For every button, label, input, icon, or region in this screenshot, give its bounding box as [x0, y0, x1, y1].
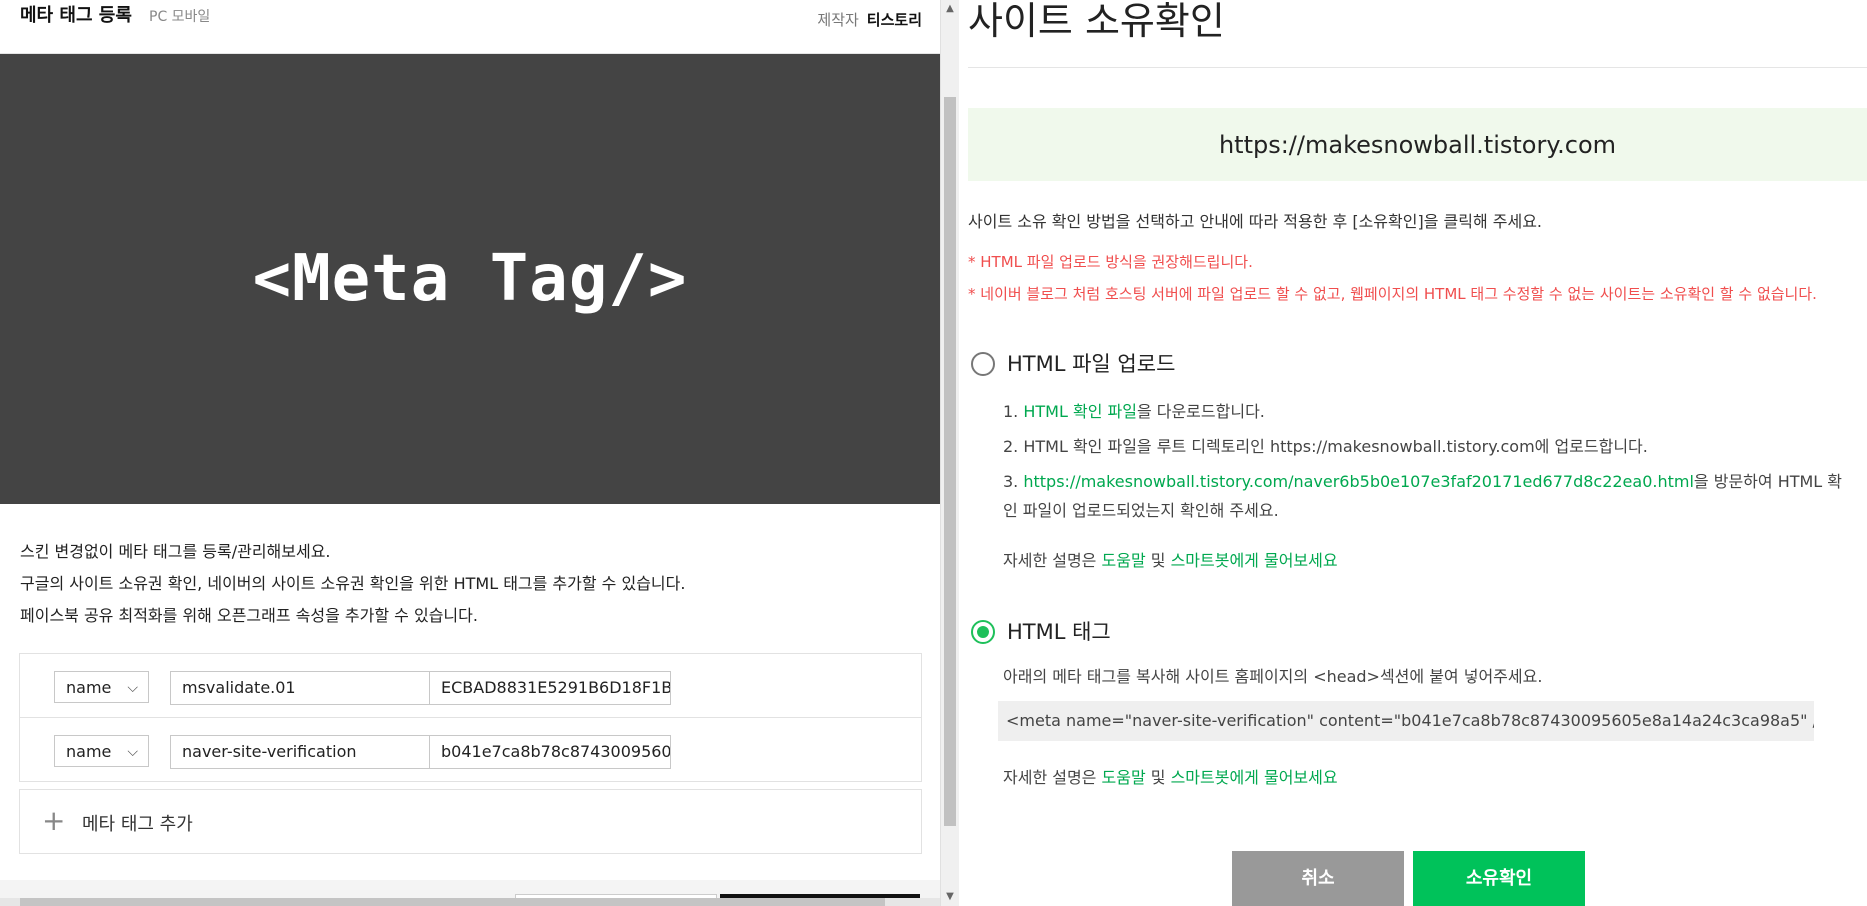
meta-attr-value: name — [66, 678, 112, 697]
smartbot-link[interactable]: 스마트봇에게 물어보세요 — [1171, 551, 1338, 570]
meta-tag-table: name ⌵ msvalidate.01 ECBAD8831E5291B6D18F… — [19, 653, 922, 782]
description-line: 스킨 변경없이 메타 태그를 등록/관리해보세요. — [20, 542, 331, 561]
meta-tag-row: name ⌵ msvalidate.01 ECBAD8831E5291B6D18F… — [20, 654, 921, 718]
maker-label: 제작자 — [817, 11, 859, 29]
upload-step-3-continued: 인 파일이 업로드되었는지 확인해 주세요. — [1003, 501, 1279, 520]
meta-tag-code-box[interactable]: <meta name="naver-site-verification" con… — [998, 701, 1814, 741]
help-prefix: 자세한 설명은 — [1003, 551, 1102, 570]
banner-text: <Meta Tag/> — [252, 242, 688, 316]
plugin-title: 메타 태그 등록 — [20, 5, 132, 26]
plugin-settings-pane: 메타 태그 등록 PC 모바일 제작자 티스토리 <Meta Tag/> 스킨 변… — [0, 0, 940, 906]
plus-icon: + — [42, 804, 66, 837]
dialog-title: 사이트 소유확인 — [968, 0, 1225, 43]
step-number: 1. — [1003, 402, 1024, 421]
step-text: 을 방문하여 HTML 확 — [1693, 472, 1843, 491]
confirm-ownership-button[interactable]: 소유확인 — [1413, 851, 1585, 906]
plugin-description: 스킨 변경없이 메타 태그를 등록/관리해보세요. 구글의 사이트 소유권 확인… — [20, 536, 685, 632]
plugin-banner: <Meta Tag/> — [0, 54, 940, 504]
help-mid: 및 — [1145, 768, 1171, 787]
add-meta-tag-label: 메타 태그 추가 — [82, 814, 193, 835]
meta-attr-select[interactable]: name ⌵ — [54, 735, 149, 767]
step-text: 을 다운로드합니다. — [1136, 402, 1265, 421]
help-link[interactable]: 도움말 — [1102, 768, 1146, 787]
download-html-file-link[interactable]: HTML 확인 파일 — [1023, 402, 1137, 421]
help-text: 자세한 설명은 도움말 및 스마트봇에게 물어보세요 — [1003, 547, 1338, 571]
help-link[interactable]: 도움말 — [1102, 551, 1146, 570]
meta-name-input[interactable]: naver-site-verification — [170, 735, 430, 769]
description-line: 구글의 사이트 소유권 확인, 네이버의 사이트 소유권 확인을 위한 HTML… — [20, 574, 686, 593]
cancel-button[interactable]: 취소 — [1232, 851, 1404, 906]
vertical-scrollbar[interactable]: ▲ ▼ — [940, 0, 959, 906]
html-file-upload-label[interactable]: HTML 파일 업로드 — [1007, 348, 1175, 378]
meta-tag-row: name ⌵ naver-site-verification b041e7ca8b… — [20, 718, 921, 781]
meta-attr-value: name — [66, 742, 112, 761]
meta-content-input[interactable]: b041e7ca8b78c87430095605e — [429, 735, 671, 769]
ownership-guide-text: 사이트 소유 확인 방법을 선택하고 안내에 따라 적용한 후 [소유확인]을 … — [968, 212, 1542, 231]
plugin-header: 메타 태그 등록 PC 모바일 제작자 티스토리 — [0, 0, 940, 54]
add-meta-tag-button[interactable]: + 메타 태그 추가 — [19, 789, 922, 854]
upload-step-2: 2. HTML 확인 파일을 루트 디렉토리인 https://makesnow… — [1003, 437, 1648, 456]
scroll-down-arrow-icon[interactable]: ▼ — [941, 888, 959, 906]
html-tag-radio[interactable] — [971, 620, 995, 644]
html-tag-label[interactable]: HTML 태그 — [1007, 616, 1111, 646]
chevron-down-icon: ⌵ — [127, 744, 138, 760]
meta-attr-select[interactable]: name ⌵ — [54, 671, 149, 703]
site-url-box: https://makesnowball.tistory.com — [968, 108, 1867, 181]
vertical-scrollbar-thumb[interactable] — [944, 97, 956, 826]
title-divider — [968, 67, 1867, 68]
verification-file-link[interactable]: https://makesnowball.tistory.com/naver6b… — [1023, 472, 1694, 491]
chevron-down-icon: ⌵ — [127, 680, 138, 696]
description-line: 페이스북 공유 최적화를 위해 오픈그래프 속성을 추가할 수 있습니다. — [20, 606, 478, 625]
warning-text: * HTML 파일 업로드 방식을 권장해드립니다. — [968, 253, 1253, 271]
step-number: 3. — [1003, 472, 1024, 491]
help-prefix: 자세한 설명은 — [1003, 768, 1102, 787]
meta-content-input[interactable]: ECBAD8831E5291B6D18F1B3 — [429, 671, 671, 705]
upload-step-3: 3. https://makesnowball.tistory.com/nave… — [1003, 468, 1842, 492]
meta-name-input[interactable]: msvalidate.01 — [170, 671, 430, 705]
plugin-platform-tags: PC 모바일 — [149, 9, 211, 25]
help-text: 자세한 설명은 도움말 및 스마트봇에게 물어보세요 — [1003, 764, 1338, 788]
site-url: https://makesnowball.tistory.com — [1218, 130, 1617, 159]
maker-name: 티스토리 — [866, 11, 922, 29]
warning-text: * 네이버 블로그 처럼 호스팅 서버에 파일 업로드 할 수 없고, 웹페이지… — [968, 285, 1817, 303]
html-tag-guide-text: 아래의 메타 태그를 복사해 사이트 홈페이지의 <head>섹션에 붙여 넣어… — [1003, 667, 1543, 686]
horizontal-scrollbar-thumb[interactable] — [20, 898, 885, 906]
help-mid: 및 — [1145, 551, 1171, 570]
html-file-upload-radio[interactable] — [971, 352, 995, 376]
upload-step-1: 1. HTML 확인 파일을 다운로드합니다. — [1003, 398, 1265, 422]
smartbot-link[interactable]: 스마트봇에게 물어보세요 — [1171, 768, 1338, 787]
site-ownership-dialog: 사이트 소유확인 https://makesnowball.tistory.co… — [959, 0, 1867, 906]
scroll-up-arrow-icon[interactable]: ▲ — [941, 0, 959, 18]
plugin-maker: 제작자 티스토리 — [817, 9, 922, 30]
